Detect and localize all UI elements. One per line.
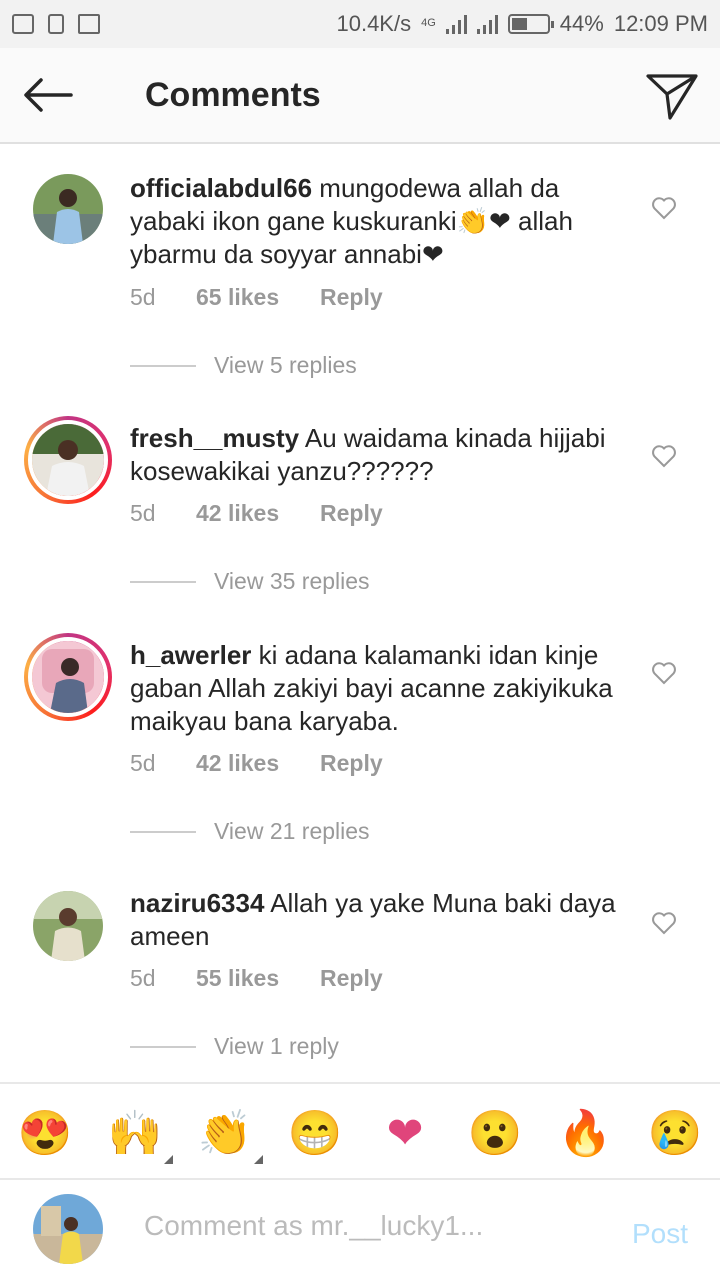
comment-time: 5d xyxy=(130,965,156,991)
status-notification-icons xyxy=(12,14,100,34)
heart-outline-icon xyxy=(652,445,676,468)
signal-icon xyxy=(445,14,467,34)
arrow-left-icon xyxy=(24,78,73,112)
replies-divider xyxy=(130,580,196,583)
view-replies-label: View 5 replies xyxy=(214,352,357,378)
comments-list: officialabdul66 mungodewa allah da yabak… xyxy=(0,146,720,1080)
comment-time: 5d xyxy=(130,284,156,310)
view-replies-label: View 35 replies xyxy=(214,568,370,594)
user-photo xyxy=(33,891,103,961)
replies-divider xyxy=(130,1045,196,1048)
comment-meta: 5d 42 likes Reply xyxy=(130,500,383,527)
user-photo xyxy=(32,641,104,713)
comment-input[interactable] xyxy=(144,1210,604,1242)
battery-percent: 44% xyxy=(559,11,604,36)
comment-likes[interactable]: 65 likes xyxy=(196,284,320,311)
view-replies-label: View 21 replies xyxy=(214,818,370,844)
comments-screen: 10.4K/s 4G 44% 12:09 PM Comments officia… xyxy=(0,0,720,1280)
user-photo xyxy=(32,424,104,496)
mail-icon xyxy=(78,14,100,34)
emoji-raised-hands-glyph: 🙌 xyxy=(107,1109,163,1158)
comment-likes[interactable]: 55 likes xyxy=(196,965,320,992)
emoji-raised-hands[interactable]: 🙌 xyxy=(107,1106,173,1164)
sim-icon xyxy=(48,14,64,34)
view-replies-button[interactable]: View 35 replies xyxy=(130,568,370,595)
comment-username[interactable]: officialabdul66 xyxy=(130,173,312,203)
paper-plane-icon xyxy=(646,74,698,120)
like-button[interactable] xyxy=(651,661,677,685)
avatar[interactable] xyxy=(33,891,103,961)
comment-meta: 5d 55 likes Reply xyxy=(130,965,383,992)
like-button[interactable] xyxy=(651,444,677,468)
post-button[interactable]: Post xyxy=(632,1218,688,1250)
avatar[interactable] xyxy=(33,174,103,244)
reply-button[interactable]: Reply xyxy=(320,500,383,527)
heart-outline-icon xyxy=(652,662,676,685)
comment-username[interactable]: h_awerler xyxy=(130,640,251,670)
like-button[interactable] xyxy=(651,196,677,220)
replies-divider xyxy=(130,830,196,833)
emoji-heart[interactable]: ❤ xyxy=(377,1106,433,1162)
comment-meta: 5d 42 likes Reply xyxy=(130,750,383,777)
comment-meta: 5d 65 likes Reply xyxy=(130,284,383,311)
reply-button[interactable]: Reply xyxy=(320,965,383,992)
comment-text: officialabdul66 mungodewa allah da yabak… xyxy=(130,172,630,271)
comment-text: fresh__musty Au waidama kinada hijjabi k… xyxy=(130,422,630,488)
reply-button[interactable]: Reply xyxy=(320,284,383,311)
comment-text: naziru6334 Allah ya yake Muna baki daya … xyxy=(130,887,630,953)
emoji-grinning[interactable]: 😁 xyxy=(287,1106,343,1162)
user-photo xyxy=(33,1194,103,1264)
screenshot-icon xyxy=(12,14,34,34)
view-replies-button[interactable]: View 1 reply xyxy=(130,1033,339,1060)
emoji-clapping-hands[interactable]: 👏 xyxy=(197,1106,263,1164)
emoji-heart-eyes[interactable]: 😍 xyxy=(17,1106,73,1162)
comment-time: 5d xyxy=(130,500,156,526)
comment-text: h_awerler ki adana kalamanki idan kinje … xyxy=(130,639,630,738)
top-app-bar: Comments xyxy=(0,48,720,144)
comment-likes[interactable]: 42 likes xyxy=(196,500,320,527)
network-speed: 10.4K/s xyxy=(336,11,412,36)
skin-tone-indicator xyxy=(254,1155,263,1164)
clock: 12:09 PM xyxy=(613,11,708,36)
emoji-crying[interactable]: 😢 xyxy=(647,1106,703,1162)
my-avatar xyxy=(33,1194,103,1264)
view-replies-label: View 1 reply xyxy=(214,1033,339,1059)
page-title: Comments xyxy=(145,75,321,114)
reply-button[interactable]: Reply xyxy=(320,750,383,777)
heart-outline-icon xyxy=(652,912,676,935)
signal-icon-2 xyxy=(476,14,498,34)
back-button[interactable] xyxy=(0,47,96,143)
comment-time: 5d xyxy=(130,750,156,776)
battery-icon xyxy=(507,14,554,34)
like-button[interactable] xyxy=(651,911,677,935)
emoji-quick-bar: 😍 🙌 👏 😁 ❤ 😮 🔥 😢 xyxy=(0,1082,720,1180)
avatar-with-story-ring[interactable] xyxy=(24,633,112,721)
status-bar: 10.4K/s 4G 44% 12:09 PM xyxy=(0,0,720,48)
heart-outline-icon xyxy=(652,197,676,220)
network-type: 4G xyxy=(421,17,436,29)
emoji-clapping-hands-glyph: 👏 xyxy=(197,1109,253,1158)
avatar-with-story-ring[interactable] xyxy=(24,416,112,504)
comment-username[interactable]: naziru6334 xyxy=(130,888,264,918)
skin-tone-indicator xyxy=(164,1155,173,1164)
view-replies-button[interactable]: View 21 replies xyxy=(130,818,370,845)
replies-divider xyxy=(130,364,196,367)
share-button[interactable] xyxy=(644,70,700,122)
comment-likes[interactable]: 42 likes xyxy=(196,750,320,777)
user-photo xyxy=(33,174,103,244)
view-replies-button[interactable]: View 5 replies xyxy=(130,352,357,379)
emoji-fire[interactable]: 🔥 xyxy=(557,1106,613,1162)
comment-composer: Post xyxy=(0,1180,720,1280)
comment-username[interactable]: fresh__musty xyxy=(130,423,299,453)
emoji-surprised[interactable]: 😮 xyxy=(467,1106,523,1162)
